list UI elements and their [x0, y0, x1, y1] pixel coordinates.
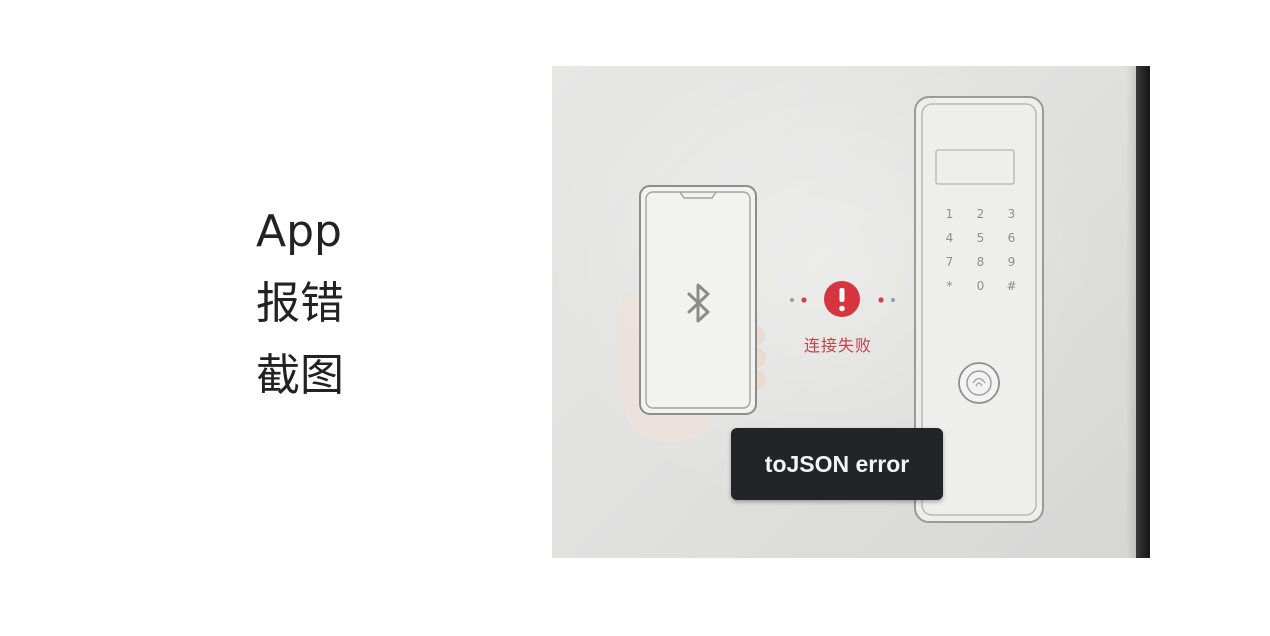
app-screenshot-photo: 1 2 3 4 5 6 7 8 9 * 0 # 连接失败 toJSON erro…: [552, 66, 1150, 558]
connection-dot: [801, 297, 807, 303]
caption-line-app: App: [256, 206, 342, 257]
keypad-key: 8: [976, 255, 985, 269]
caption-line-screenshot: 截图: [256, 350, 344, 401]
lock-keypad: 1 2 3 4 5 6 7 8 9 * 0 #: [934, 206, 1027, 294]
connection-dot: [790, 298, 794, 302]
connection-dot: [878, 297, 884, 303]
error-toast: toJSON error: [731, 428, 943, 500]
keypad-key: 0: [976, 279, 985, 293]
keypad-key: 1: [945, 207, 954, 221]
device-bezel-shadow: [1126, 66, 1136, 558]
alert-icon: [824, 281, 860, 317]
keypad-key: 7: [945, 255, 954, 269]
keypad-key: 4: [945, 231, 954, 245]
caption-line-error: 报错: [256, 278, 344, 329]
keypad-key: 2: [976, 207, 985, 221]
keypad-key: 6: [1007, 231, 1016, 245]
fingerprint-icon: [958, 362, 1000, 404]
keypad-key: 9: [1007, 255, 1016, 269]
device-bezel: [1136, 66, 1150, 558]
keypad-key: #: [1006, 279, 1017, 293]
connection-failed-label: 连接失败: [804, 336, 873, 355]
keypad-key: *: [946, 279, 953, 293]
keypad-key: 3: [1007, 207, 1016, 221]
connection-dot: [891, 298, 895, 302]
caption-text: App 报错 截图: [256, 196, 344, 412]
keypad-key: 5: [976, 231, 985, 245]
error-toast-message: toJSON error: [764, 450, 910, 477]
